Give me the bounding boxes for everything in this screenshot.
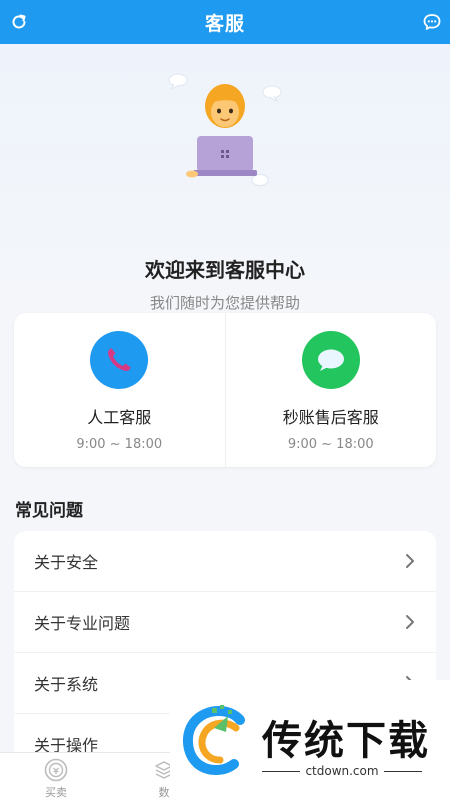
service-name: 人工客服 xyxy=(87,408,152,427)
service-hours: 9:00 ~ 18:00 xyxy=(76,437,163,452)
faq-item-label: 关于系统 xyxy=(34,675,99,694)
page-title: 客服 xyxy=(204,12,245,35)
after-sales-support-option[interactable]: 秒账售后客服 9:00 ~ 18:00 xyxy=(224,313,437,467)
ctdown-logo-icon xyxy=(183,705,245,775)
chevron-right-icon xyxy=(406,554,414,568)
tab-buy-sell[interactable]: 买卖 xyxy=(26,753,86,800)
welcome-hero: 欢迎来到客服中心 我们随时为您提供帮助 xyxy=(0,44,450,312)
chat-bubble-icon[interactable] xyxy=(422,12,442,32)
speech-bubble-icon xyxy=(301,331,360,389)
faq-item-professional[interactable]: 关于专业问题 xyxy=(14,592,436,653)
faq-item-label: 关于安全 xyxy=(34,553,99,572)
watermark-text: 传统下载 xyxy=(262,718,430,764)
tab-label: 买卖 xyxy=(45,786,67,799)
buy-sell-icon xyxy=(44,758,68,782)
contact-options-card: 人工客服 9:00 ~ 18:00 秒账售后客服 9:00 ~ 18:00 xyxy=(14,313,436,467)
faq-item-security[interactable]: 关于安全 xyxy=(14,531,436,592)
top-bar: 客服 xyxy=(0,0,450,44)
welcome-subtitle: 我们随时为您提供帮助 xyxy=(149,294,300,312)
refresh-icon[interactable] xyxy=(9,12,29,32)
watermark-overlay: 传统下载 ctdown.com xyxy=(170,680,450,800)
watermark-divider xyxy=(384,771,422,772)
service-name: 秒账售后客服 xyxy=(282,408,379,427)
human-support-option[interactable]: 人工客服 9:00 ~ 18:00 xyxy=(14,313,225,467)
faq-heading: 常见问题 xyxy=(15,501,83,521)
welcome-title: 欢迎来到客服中心 xyxy=(145,258,305,282)
faq-item-label: 关于专业问题 xyxy=(34,614,131,633)
chevron-right-icon xyxy=(406,615,414,629)
support-agent-illustration-icon xyxy=(168,73,282,186)
service-hours: 9:00 ~ 18:00 xyxy=(287,437,374,452)
phone-icon xyxy=(90,331,149,389)
